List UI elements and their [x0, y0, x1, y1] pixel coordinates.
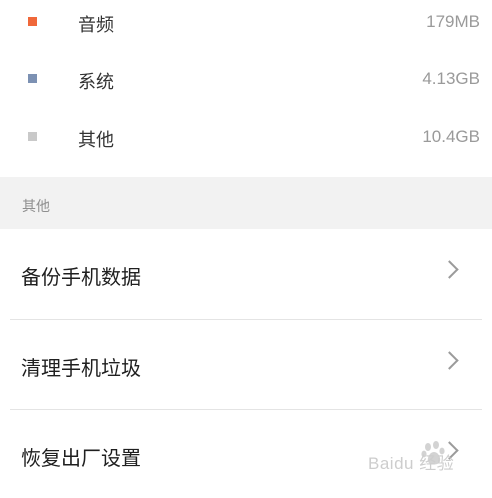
baidu-watermark: Baidu 经验	[360, 438, 484, 478]
storage-item-audio: 音频 179MB	[0, 2, 492, 42]
storage-item-size: 179MB	[426, 12, 480, 31]
menu-item-label: 清理手机垃圾	[21, 356, 141, 380]
storage-item-name: 其他	[78, 130, 114, 151]
watermark-text: Baidu 经验	[368, 454, 455, 473]
storage-item-other: 其他 10.4GB	[0, 117, 492, 157]
chevron-right-icon	[440, 351, 459, 370]
backup-phone-data-item[interactable]: 备份手机数据	[0, 229, 492, 317]
clean-phone-junk-item[interactable]: 清理手机垃圾	[0, 320, 492, 408]
chevron-right-icon	[440, 260, 459, 279]
system-color-swatch	[28, 74, 37, 83]
section-header: 其他	[0, 177, 492, 229]
other-color-swatch	[28, 132, 37, 141]
storage-item-size: 10.4GB	[422, 127, 480, 146]
storage-item-name: 系统	[78, 72, 114, 93]
menu-item-label: 备份手机数据	[21, 265, 141, 289]
audio-color-swatch	[28, 17, 37, 26]
menu-item-label: 恢复出厂设置	[21, 446, 141, 470]
storage-item-name: 音频	[78, 15, 114, 36]
section-header-label: 其他	[22, 199, 50, 215]
storage-item-system: 系统 4.13GB	[0, 59, 492, 99]
storage-item-size: 4.13GB	[422, 69, 480, 88]
